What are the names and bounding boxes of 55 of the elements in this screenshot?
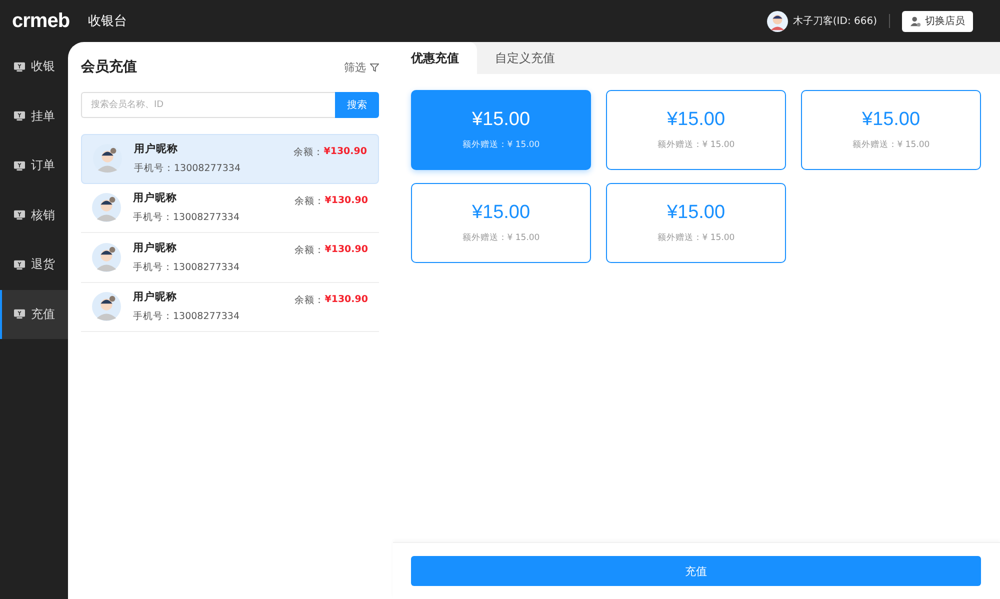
user-icon xyxy=(910,16,921,26)
search-field[interactable]: 搜索会员名称、ID xyxy=(81,92,335,118)
monitor-icon xyxy=(14,309,25,320)
sidebar-item[interactable]: 核销 xyxy=(0,190,68,240)
member-phone: 手机号：13008277334 xyxy=(133,310,240,324)
monitor-icon xyxy=(14,210,25,220)
bonus-text: 额外赠送：¥ 15.00 xyxy=(657,232,735,244)
recharge-amount: ¥15.00 xyxy=(666,109,726,131)
recharge-amount: ¥15.00 xyxy=(472,109,530,131)
avatar-icon xyxy=(92,193,121,222)
monitor-icon xyxy=(14,260,25,270)
balance-value: ¥130.90 xyxy=(324,194,368,206)
bonus-text: 额外赠送：¥ 15.00 xyxy=(852,139,930,151)
member-name: 用户昵称 xyxy=(133,290,178,304)
bonus-text: 额外赠送：¥ 15.00 xyxy=(462,232,540,244)
balance-label: 余额： xyxy=(294,244,325,257)
avatar-icon xyxy=(92,242,121,272)
member-row[interactable]: 用户昵称 手机号：13008277334 余额：¥130.90 xyxy=(81,184,379,233)
member-name: 用户昵称 xyxy=(134,142,179,156)
monitor-icon xyxy=(14,62,25,72)
panel-title: 会员充值 xyxy=(81,58,137,76)
sidebar-item[interactable]: 退货 xyxy=(0,240,68,290)
recharge-amount: ¥15.00 xyxy=(862,109,920,131)
sidebar-item[interactable]: 订单 xyxy=(0,141,68,190)
avatar-icon xyxy=(92,292,121,322)
balance-value: ¥130.90 xyxy=(324,294,368,304)
monitor-icon xyxy=(14,160,25,171)
recharge-amount: ¥15.00 xyxy=(472,202,530,224)
switch-staff-button[interactable]: 切换店员 xyxy=(902,10,973,32)
avatar-icon xyxy=(766,10,788,32)
filter-icon xyxy=(370,62,379,72)
balance-label: 余额： xyxy=(294,146,324,159)
member-row[interactable]: 用户昵称 手机号：13008277334 余额：¥130.90 xyxy=(81,134,379,184)
filter-button[interactable]: 筛选 xyxy=(344,60,379,74)
user-name: 木子刀客(ID: 666) xyxy=(792,14,877,28)
tab[interactable]: 优惠充值 xyxy=(393,42,477,74)
member-name: 用户昵称 xyxy=(133,240,178,255)
logo: crmeb xyxy=(12,10,71,32)
bonus-text: 额外赠送：¥ 15.00 xyxy=(462,139,540,151)
bonus-text: 额外赠送：¥ 15.00 xyxy=(657,139,735,151)
sidebar-item[interactable]: 充值 xyxy=(0,290,68,339)
member-phone: 手机号：13008277334 xyxy=(133,211,240,224)
balance-value: ¥130.90 xyxy=(324,146,367,157)
sidebar-item[interactable]: 挂单 xyxy=(0,92,68,141)
balance-label: 余额： xyxy=(294,294,325,306)
app-title: 收银台 xyxy=(88,13,127,30)
member-phone: 手机号：13008277334 xyxy=(133,260,240,274)
balance-label: 余额： xyxy=(294,194,325,208)
monitor-icon xyxy=(14,111,25,122)
member-name: 用户昵称 xyxy=(133,191,178,206)
member-phone: 手机号：13008277334 xyxy=(134,162,242,176)
recharge-amount: ¥15.00 xyxy=(666,202,726,224)
balance-value: ¥130.90 xyxy=(324,244,368,255)
member-row[interactable]: 用户昵称 手机号：13008277334 余额：¥130.90 xyxy=(81,282,379,332)
sidebar-item[interactable]: 收银 xyxy=(0,42,68,92)
